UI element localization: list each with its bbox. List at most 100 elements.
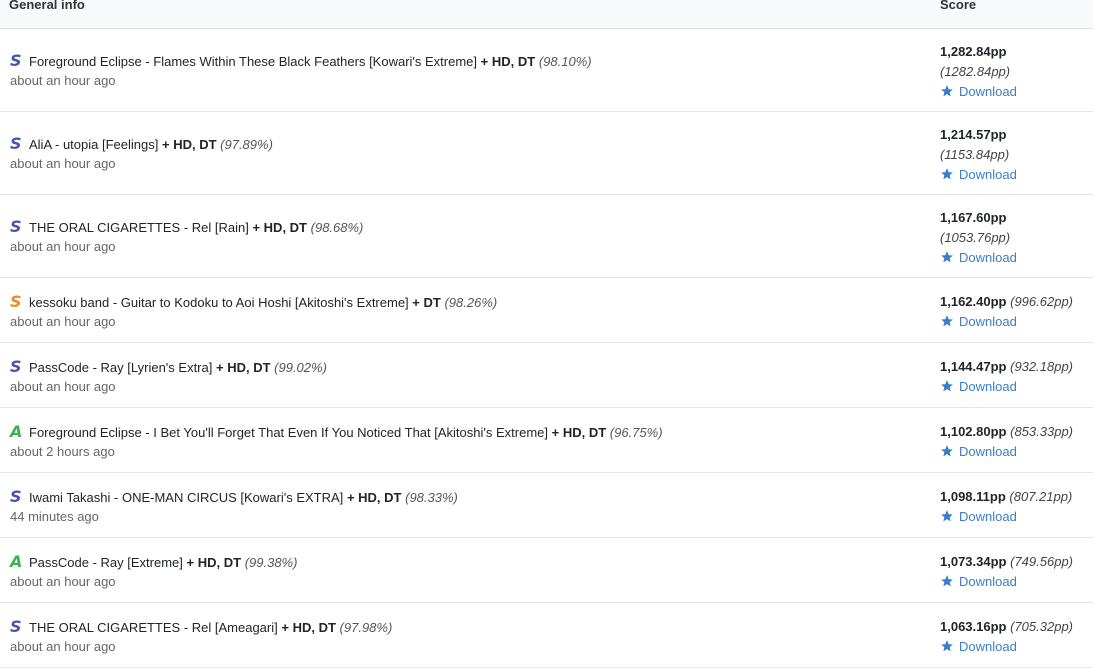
download-label: Download — [959, 84, 1017, 99]
beatmap-title[interactable]: Iwami Takashi - ONE-MAN CIRCUS [Kowari's… — [29, 490, 343, 505]
score-row: S Iwami Takashi - ONE-MAN CIRCUS [Kowari'… — [0, 473, 1093, 538]
pp-value: 1,214.57pp — [940, 127, 1007, 142]
mods: + HD, DT — [161, 137, 217, 152]
grade-badge: S — [10, 217, 22, 236]
star-icon — [940, 574, 954, 588]
timestamp: about 2 hours ago — [10, 444, 115, 459]
download-link[interactable]: Download — [940, 574, 1017, 589]
beatmap-title[interactable]: THE ORAL CIGARETTES - Rel [Rain] — [29, 220, 249, 235]
pp-value: 1,063.16pp — [940, 619, 1007, 634]
pp-weighted: (1282.84pp) — [940, 64, 1011, 79]
beatmap-info: S Iwami Takashi - ONE-MAN CIRCUS [Kowari'… — [10, 487, 458, 506]
beatmap-title[interactable]: kessoku band - Guitar to Kodoku to Aoi H… — [29, 295, 409, 310]
timestamp: about an hour ago — [10, 239, 116, 254]
score-row: A Foreground Eclipse - I Bet You'll Forge… — [0, 408, 1093, 473]
pp-weighted: (932.18pp) — [1010, 359, 1074, 374]
mods: + HD, DT — [186, 555, 242, 570]
star-icon — [940, 509, 954, 523]
pp-weighted: (807.21pp) — [1009, 489, 1073, 504]
score-row: S AliA - utopia [Feelings] + HD, DT (97.8… — [0, 112, 1093, 195]
timestamp: about an hour ago — [10, 314, 116, 329]
pp-weighted: (749.56pp) — [1010, 554, 1074, 569]
beatmap-info: S THE ORAL CIGARETTES - Rel [Rain] + HD, … — [10, 217, 363, 236]
beatmap-title[interactable]: AliA - utopia [Feelings] — [29, 137, 158, 152]
beatmap-info: Skessoku band - Guitar to Kodoku to Aoi … — [10, 292, 497, 311]
download-label: Download — [959, 250, 1017, 265]
score-cell: 1,214.57pp (1153.84pp) Download — [940, 125, 1017, 185]
accuracy: (98.68%) — [310, 220, 364, 235]
pp-value: 1,144.47pp — [940, 359, 1007, 374]
grade-badge: S — [10, 292, 22, 311]
score-cell: 1,282.84pp (1282.84pp) Download — [940, 42, 1017, 102]
accuracy: (96.75%) — [609, 425, 663, 440]
score-cell: 1,162.40pp (996.62pp) Download — [940, 292, 1073, 332]
scores-table: General info Score S Foreground Eclipse -… — [0, 0, 1093, 668]
timestamp: about an hour ago — [10, 379, 116, 394]
download-link[interactable]: Download — [940, 250, 1017, 265]
download-link[interactable]: Download — [940, 639, 1017, 654]
accuracy: (99.02%) — [274, 360, 327, 375]
download-label: Download — [959, 379, 1017, 394]
accuracy: (98.10%) — [538, 54, 592, 69]
timestamp: about an hour ago — [10, 574, 116, 589]
star-icon — [940, 379, 954, 393]
score-cell: 1,144.47pp (932.18pp) Download — [940, 357, 1073, 397]
download-link[interactable]: Download — [940, 314, 1017, 329]
score-cell: 1,063.16pp (705.32pp) Download — [940, 617, 1073, 657]
accuracy: (98.26%) — [444, 295, 498, 310]
download-label: Download — [959, 167, 1017, 182]
accuracy: (97.89%) — [220, 137, 273, 152]
score-cell: 1,098.11pp (807.21pp) Download — [940, 487, 1072, 527]
grade-badge: S — [10, 134, 22, 153]
pp-weighted: (853.33pp) — [1010, 424, 1074, 439]
download-link[interactable]: Download — [940, 509, 1017, 524]
grade-badge: A — [10, 422, 23, 441]
pp-value: 1,102.80pp — [940, 424, 1007, 439]
download-label: Download — [959, 444, 1017, 459]
accuracy: (98.33%) — [405, 490, 458, 505]
beatmap-title[interactable]: THE ORAL CIGARETTES - Rel [Ameagari] — [29, 620, 278, 635]
mods: + HD, DT — [480, 54, 536, 69]
pp-value: 1,167.60pp — [940, 210, 1007, 225]
beatmap-info: S PassCode - Ray [Lyrien's Extra] + HD, D… — [10, 357, 327, 376]
beatmap-title[interactable]: Foreground Eclipse - Flames Within These… — [29, 54, 477, 69]
download-label: Download — [959, 574, 1017, 589]
star-icon — [940, 250, 954, 264]
beatmap-title[interactable]: PassCode - Ray [Lyrien's Extra] — [29, 360, 212, 375]
timestamp: 44 minutes ago — [10, 509, 99, 524]
beatmap-info: A Foreground Eclipse - I Bet You'll Forge… — [10, 422, 663, 441]
beatmap-info: A PassCode - Ray [Extreme] + HD, DT (99.3… — [10, 552, 297, 571]
score-row: A PassCode - Ray [Extreme] + HD, DT (99.3… — [0, 538, 1093, 603]
accuracy: (97.98%) — [339, 620, 393, 635]
score-row: S PassCode - Ray [Lyrien's Extra] + HD, D… — [0, 343, 1093, 408]
star-icon — [940, 444, 954, 458]
download-label: Download — [959, 639, 1017, 654]
grade-badge: S — [10, 617, 22, 636]
score-cell: 1,073.34pp (749.56pp) Download — [940, 552, 1073, 592]
mods: + HD, DT — [252, 220, 308, 235]
pp-value: 1,098.11pp — [940, 489, 1006, 504]
mods: + HD, DT — [281, 620, 336, 635]
grade-badge: S — [10, 51, 22, 70]
pp-weighted: (1153.84pp) — [940, 147, 1010, 162]
pp-value: 1,073.34pp — [940, 554, 1007, 569]
pp-value: 1,162.40pp — [940, 294, 1007, 309]
column-header-general-info: General info — [9, 0, 85, 12]
download-link[interactable]: Download — [940, 84, 1017, 99]
grade-badge: S — [10, 357, 22, 376]
download-link[interactable]: Download — [940, 444, 1017, 459]
beatmap-title[interactable]: Foreground Eclipse - I Bet You'll Forget… — [29, 425, 548, 440]
score-row: S Foreground Eclipse - Flames Within Thes… — [0, 29, 1093, 112]
star-icon — [940, 639, 954, 653]
timestamp: about an hour ago — [10, 156, 116, 171]
download-label: Download — [959, 314, 1017, 329]
score-row: S THE ORAL CIGARETTES - Rel [Rain] + HD, … — [0, 195, 1093, 278]
star-icon — [940, 167, 954, 181]
download-link[interactable]: Download — [940, 379, 1017, 394]
mods: + HD, DT — [215, 360, 271, 375]
mods: + HD, DT — [551, 425, 607, 440]
beatmap-title[interactable]: PassCode - Ray [Extreme] — [29, 555, 183, 570]
download-link[interactable]: Download — [940, 167, 1017, 182]
beatmap-info: S AliA - utopia [Feelings] + HD, DT (97.8… — [10, 134, 273, 153]
pp-weighted: (1053.76pp) — [940, 230, 1011, 245]
